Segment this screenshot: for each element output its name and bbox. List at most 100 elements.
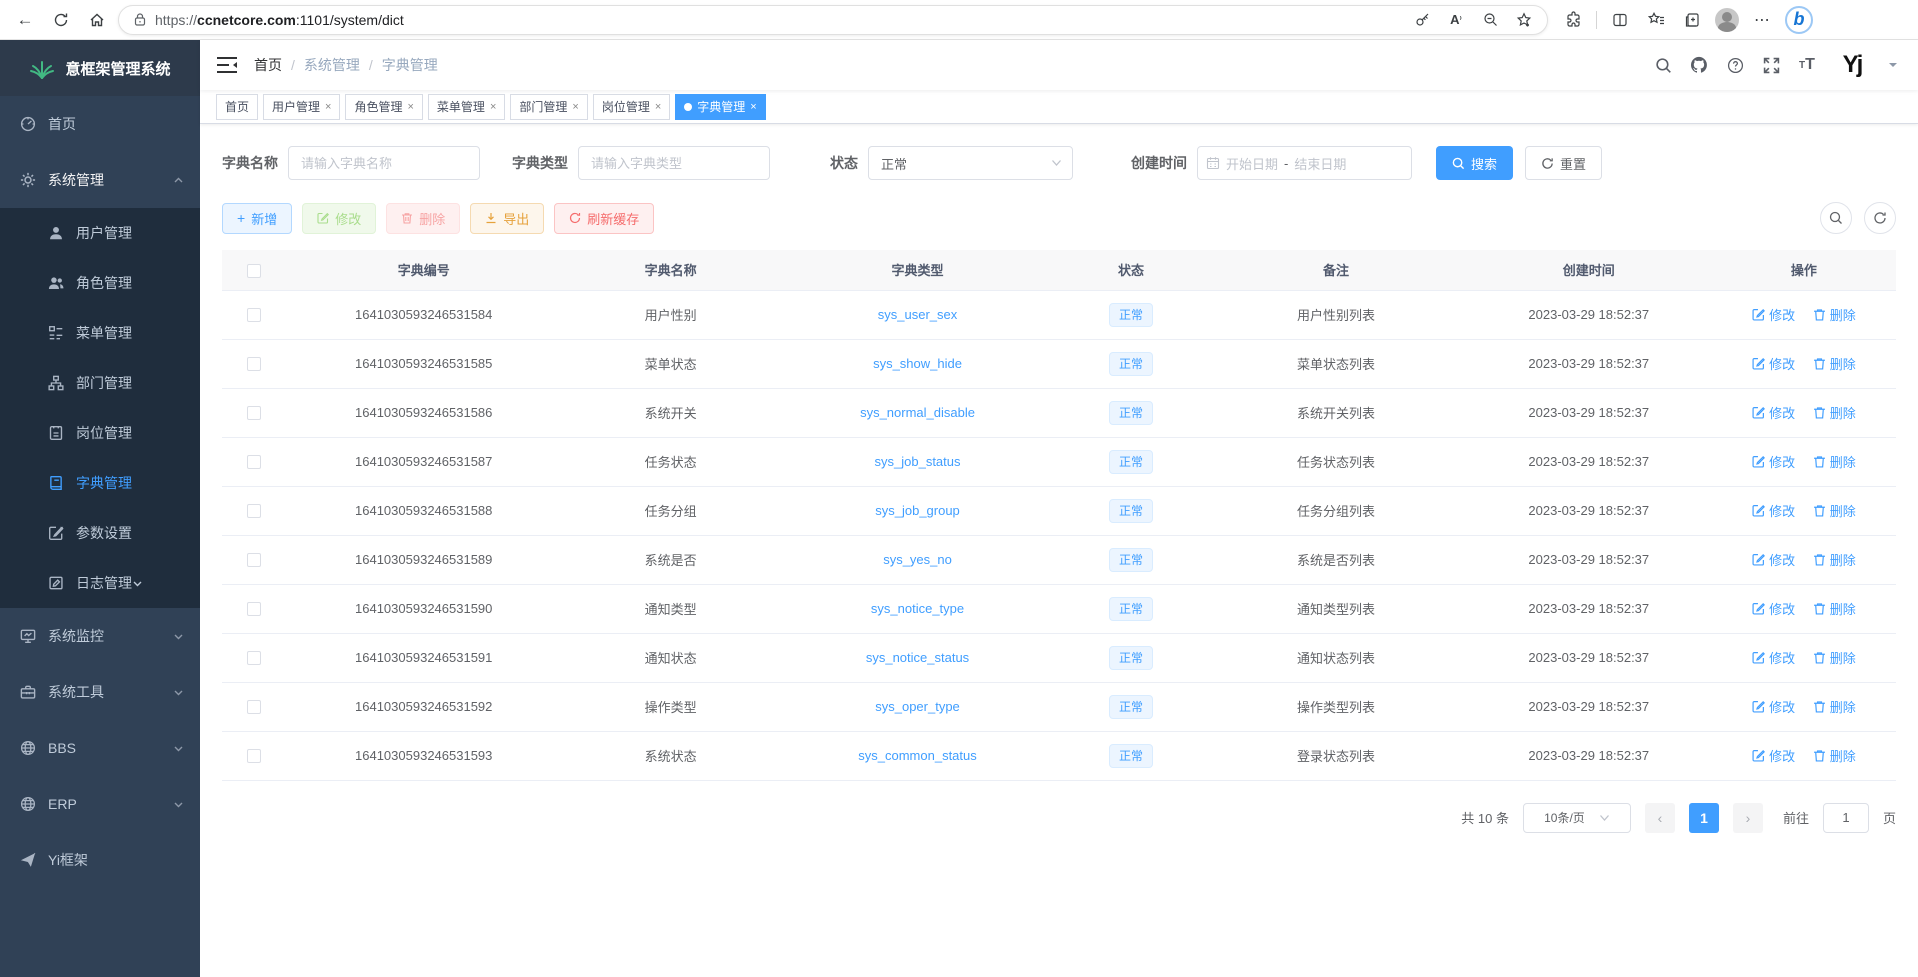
add-button[interactable]: + 新增 [222, 203, 292, 234]
extensions-icon[interactable] [1560, 7, 1586, 33]
export-button[interactable]: 导出 [470, 203, 544, 234]
row-edit-button[interactable]: 修改 [1752, 550, 1795, 569]
tag-dept-mgmt[interactable]: 部门管理× [510, 94, 587, 120]
row-edit-button[interactable]: 修改 [1752, 354, 1795, 373]
row-edit-button[interactable]: 修改 [1752, 599, 1795, 618]
favorites-icon[interactable] [1643, 7, 1669, 33]
collections-icon[interactable] [1679, 7, 1705, 33]
goto-page-input[interactable] [1823, 803, 1869, 833]
user-avatar-logo[interactable]: Yj [1834, 49, 1870, 81]
sidebar-item-dept-mgmt[interactable]: 部门管理 [0, 358, 200, 408]
tag-dict-mgmt[interactable]: 字典管理× [675, 94, 765, 120]
sidebar-item-menu-mgmt[interactable]: 菜单管理 [0, 308, 200, 358]
sidebar-item-dict-mgmt[interactable]: 字典管理 [0, 458, 200, 508]
browser-home-button[interactable] [82, 5, 112, 35]
dict-type-link[interactable]: sys_job_status [875, 454, 961, 469]
dict-name-input[interactable] [288, 146, 480, 180]
password-key-icon[interactable] [1409, 7, 1435, 33]
browser-menu-icon[interactable]: ⋯ [1749, 7, 1775, 33]
sidebar-item-system-tools[interactable]: 系统工具 [0, 664, 200, 720]
font-size-icon[interactable]: TT [1798, 56, 1816, 74]
browser-refresh-button[interactable] [46, 5, 76, 35]
row-delete-button[interactable]: 删除 [1813, 599, 1856, 618]
dict-type-link[interactable]: sys_yes_no [883, 552, 952, 567]
dict-type-link[interactable]: sys_notice_status [866, 650, 969, 665]
edit-button[interactable]: 修改 [302, 203, 376, 234]
sidebar-item-system-monitor[interactable]: 系统监控 [0, 608, 200, 664]
search-button[interactable]: 搜索 [1436, 146, 1513, 180]
dict-type-link[interactable]: sys_notice_type [871, 601, 964, 616]
address-bar[interactable]: https://ccnetcore.com:1101/system/dict A… [118, 5, 1548, 35]
row-edit-button[interactable]: 修改 [1752, 746, 1795, 765]
tag-close-icon[interactable]: × [655, 101, 661, 113]
tag-user-mgmt[interactable]: 用户管理× [263, 94, 340, 120]
dict-type-link[interactable]: sys_job_group [875, 503, 960, 518]
sidebar-item-log-mgmt[interactable]: 日志管理 [0, 558, 200, 608]
sidebar-item-post-mgmt[interactable]: 岗位管理 [0, 408, 200, 458]
page-number-button[interactable]: 1 [1689, 803, 1719, 833]
dict-type-link[interactable]: sys_oper_type [875, 699, 960, 714]
sidebar-item-bbs[interactable]: BBS [0, 720, 200, 776]
tag-close-icon[interactable]: × [572, 101, 578, 113]
row-delete-button[interactable]: 删除 [1813, 501, 1856, 520]
row-checkbox[interactable] [247, 357, 261, 371]
breadcrumb-system[interactable]: 系统管理 [304, 55, 360, 75]
row-edit-button[interactable]: 修改 [1752, 305, 1795, 324]
status-select[interactable]: 正常 [868, 146, 1073, 180]
row-checkbox[interactable] [247, 504, 261, 518]
zoom-out-icon[interactable] [1477, 7, 1503, 33]
tag-post-mgmt[interactable]: 岗位管理× [593, 94, 670, 120]
next-page-button[interactable]: › [1733, 803, 1763, 833]
tag-menu-mgmt[interactable]: 菜单管理× [428, 94, 505, 120]
refresh-table-button[interactable] [1864, 202, 1896, 234]
dict-type-link[interactable]: sys_normal_disable [860, 405, 975, 420]
dict-type-link[interactable]: sys_user_sex [878, 307, 957, 322]
add-favorite-star-icon[interactable] [1511, 7, 1537, 33]
dict-type-link[interactable]: sys_common_status [858, 748, 977, 763]
bing-chat-icon[interactable]: b [1785, 6, 1813, 34]
row-checkbox[interactable] [247, 700, 261, 714]
row-delete-button[interactable]: 删除 [1813, 697, 1856, 716]
sidebar-item-param-settings[interactable]: 参数设置 [0, 508, 200, 558]
row-edit-button[interactable]: 修改 [1752, 452, 1795, 471]
sidebar-item-role-mgmt[interactable]: 角色管理 [0, 258, 200, 308]
github-icon[interactable] [1690, 56, 1708, 74]
header-search-icon[interactable] [1654, 56, 1672, 74]
row-delete-button[interactable]: 删除 [1813, 746, 1856, 765]
tag-home[interactable]: 首页 [216, 94, 258, 120]
sidebar-item-system-mgmt[interactable]: 系统管理 [0, 152, 200, 208]
date-range-picker[interactable]: 开始日期 - 结束日期 [1197, 146, 1412, 180]
row-edit-button[interactable]: 修改 [1752, 697, 1795, 716]
dict-type-input[interactable] [578, 146, 770, 180]
tag-close-icon[interactable]: × [750, 101, 756, 113]
sidebar-collapse-icon[interactable] [216, 56, 238, 74]
tag-close-icon[interactable]: × [407, 101, 413, 113]
app-logo[interactable]: 意框架管理系统 [0, 40, 200, 96]
row-edit-button[interactable]: 修改 [1752, 403, 1795, 422]
refresh-cache-button[interactable]: 刷新缓存 [554, 203, 654, 234]
row-edit-button[interactable]: 修改 [1752, 648, 1795, 667]
fullscreen-icon[interactable] [1762, 56, 1780, 74]
row-delete-button[interactable]: 删除 [1813, 550, 1856, 569]
dict-type-link[interactable]: sys_show_hide [873, 356, 962, 371]
tag-role-mgmt[interactable]: 角色管理× [345, 94, 422, 120]
sidebar-item-home[interactable]: 首页 [0, 96, 200, 152]
browser-back-button[interactable]: ← [10, 5, 40, 35]
row-checkbox[interactable] [247, 749, 261, 763]
row-checkbox[interactable] [247, 651, 261, 665]
row-delete-button[interactable]: 删除 [1813, 305, 1856, 324]
sidebar-item-yi-framework[interactable]: Yi框架 [0, 832, 200, 888]
sidebar-item-erp[interactable]: ERP [0, 776, 200, 832]
row-delete-button[interactable]: 删除 [1813, 354, 1856, 373]
page-size-select[interactable]: 10条/页 [1523, 803, 1631, 833]
tag-close-icon[interactable]: × [490, 101, 496, 113]
row-edit-button[interactable]: 修改 [1752, 501, 1795, 520]
read-aloud-icon[interactable]: A⁾ [1443, 7, 1469, 33]
row-checkbox[interactable] [247, 406, 261, 420]
tag-close-icon[interactable]: × [325, 101, 331, 113]
avatar-caret-icon[interactable] [1888, 61, 1898, 69]
row-delete-button[interactable]: 删除 [1813, 403, 1856, 422]
select-all-checkbox[interactable] [247, 264, 261, 278]
row-checkbox[interactable] [247, 455, 261, 469]
reset-button[interactable]: 重置 [1525, 146, 1602, 180]
